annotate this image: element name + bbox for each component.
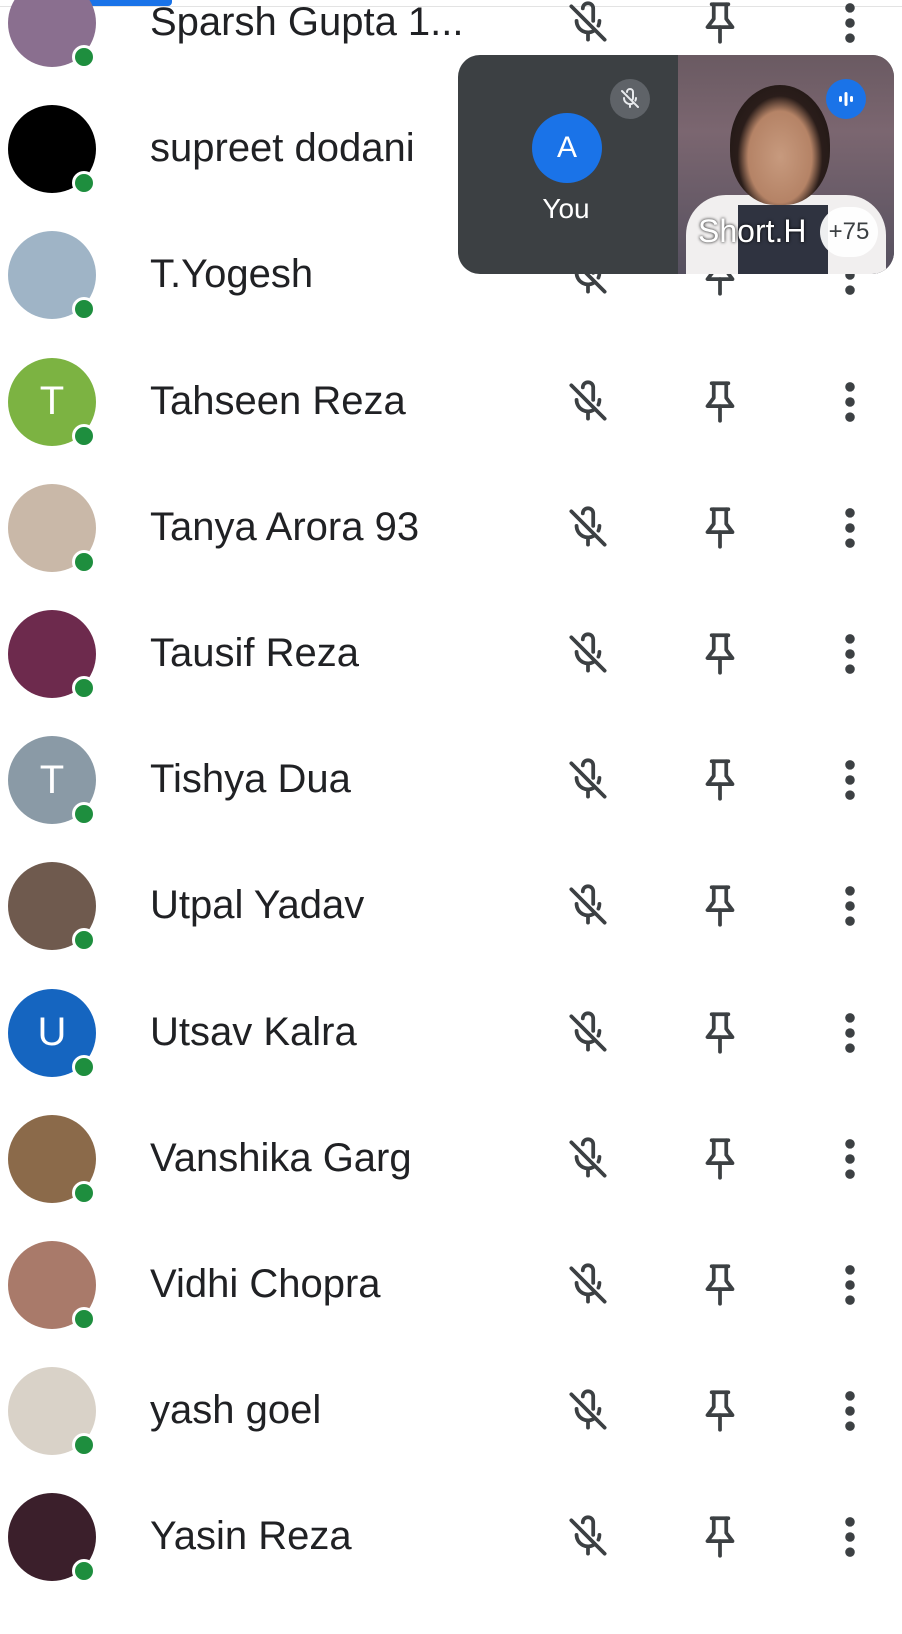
participant-name: Tishya Dua: [150, 757, 351, 802]
avatar-initial: U: [37, 1010, 67, 1055]
online-status-dot: [72, 1307, 96, 1331]
mic-off-icon[interactable]: [563, 1259, 613, 1311]
more-vert-icon[interactable]: [830, 628, 870, 680]
more-vert-icon[interactable]: [830, 376, 870, 428]
list-item[interactable]: T Tahseen Reza: [0, 336, 902, 467]
online-status-dot: [72, 1433, 96, 1458]
mic-off-icon[interactable]: [563, 1511, 613, 1563]
participant-name: T.Yogesh: [150, 252, 314, 297]
list-item[interactable]: U Utsav Kalra: [0, 967, 902, 1098]
audio-level-icon: [826, 79, 866, 119]
online-status-dot: [72, 549, 96, 574]
self-avatar: A: [532, 113, 602, 183]
online-status-dot: [72, 297, 96, 322]
more-vert-icon[interactable]: [830, 1007, 870, 1059]
participant-name: Sparsh Gupta 1...: [150, 0, 464, 44]
online-status-dot: [72, 1559, 96, 1584]
online-status-dot: [72, 1180, 96, 1205]
more-vert-icon[interactable]: [830, 1511, 870, 1563]
pin-icon[interactable]: [695, 1385, 745, 1437]
list-item[interactable]: T Tishya Dua: [0, 714, 902, 845]
pin-icon[interactable]: [695, 754, 745, 806]
avatar-initial: T: [39, 379, 65, 424]
mic-off-icon[interactable]: [563, 502, 613, 554]
online-status-dot: [72, 45, 96, 69]
more-vert-icon[interactable]: [830, 754, 870, 806]
online-status-dot: [72, 171, 96, 196]
pin-icon[interactable]: [695, 1511, 745, 1563]
pin-icon[interactable]: [695, 502, 745, 554]
participant-name: Tausif Reza: [150, 631, 359, 675]
participant-name: Utsav Kalra: [150, 1009, 357, 1054]
mic-off-icon[interactable]: [563, 0, 613, 49]
list-item[interactable]: Vidhi Chopra: [0, 1219, 902, 1350]
mic-off-icon[interactable]: [563, 1133, 613, 1185]
mic-off-icon[interactable]: [563, 880, 613, 932]
mic-off-icon[interactable]: [563, 754, 613, 806]
mic-off-icon[interactable]: [563, 1385, 613, 1437]
mic-off-icon: [610, 79, 650, 119]
more-vert-icon[interactable]: [830, 1385, 870, 1437]
list-item[interactable]: Utpal Yadav: [0, 840, 902, 971]
avatar-initial: T: [39, 757, 65, 802]
participant-name: Vidhi Chopra: [150, 1262, 381, 1306]
self-view-tile[interactable]: A You Short.H +75: [458, 55, 894, 274]
participant-name: Yasin Reza: [150, 1514, 352, 1559]
list-item[interactable]: Yasin Reza: [0, 1471, 902, 1602]
speaker-name: Short.H: [698, 213, 807, 249]
pin-icon[interactable]: [695, 1259, 745, 1311]
more-vert-icon[interactable]: [830, 0, 870, 49]
mic-off-icon[interactable]: [563, 376, 613, 428]
pin-icon[interactable]: [695, 1133, 745, 1185]
self-label: You: [542, 193, 590, 224]
pin-icon[interactable]: [695, 628, 745, 680]
online-status-dot: [72, 802, 96, 827]
pin-icon[interactable]: [695, 1007, 745, 1059]
list-item[interactable]: Tanya Arora 93: [0, 462, 902, 593]
more-vert-icon[interactable]: [830, 880, 870, 932]
mic-off-icon[interactable]: [563, 628, 613, 680]
participant-name: supreet dodani: [150, 126, 415, 171]
participant-name: yash goel: [150, 1388, 322, 1433]
online-status-dot: [72, 676, 96, 700]
participant-name: Tanya Arora 93: [150, 504, 420, 549]
pin-icon[interactable]: [695, 0, 745, 49]
more-vert-icon[interactable]: [830, 502, 870, 554]
list-item[interactable]: Vanshika Garg: [0, 1093, 902, 1224]
list-item[interactable]: Tausif Reza: [0, 588, 902, 719]
online-status-dot: [72, 928, 96, 953]
more-vert-icon[interactable]: [830, 1133, 870, 1185]
pin-icon[interactable]: [695, 880, 745, 932]
mic-off-icon[interactable]: [563, 1007, 613, 1059]
more-participants-badge[interactable]: +75: [820, 207, 878, 257]
participant-name: Vanshika Garg: [150, 1135, 412, 1180]
more-vert-icon[interactable]: [830, 1259, 870, 1311]
participant-name: Tahseen Reza: [150, 378, 406, 423]
pin-icon[interactable]: [695, 376, 745, 428]
online-status-dot: [72, 1054, 96, 1079]
video-figure-head: [730, 85, 830, 205]
list-item[interactable]: yash goel: [0, 1345, 902, 1476]
participant-name: Utpal Yadav: [150, 883, 365, 928]
online-status-dot: [72, 423, 96, 448]
